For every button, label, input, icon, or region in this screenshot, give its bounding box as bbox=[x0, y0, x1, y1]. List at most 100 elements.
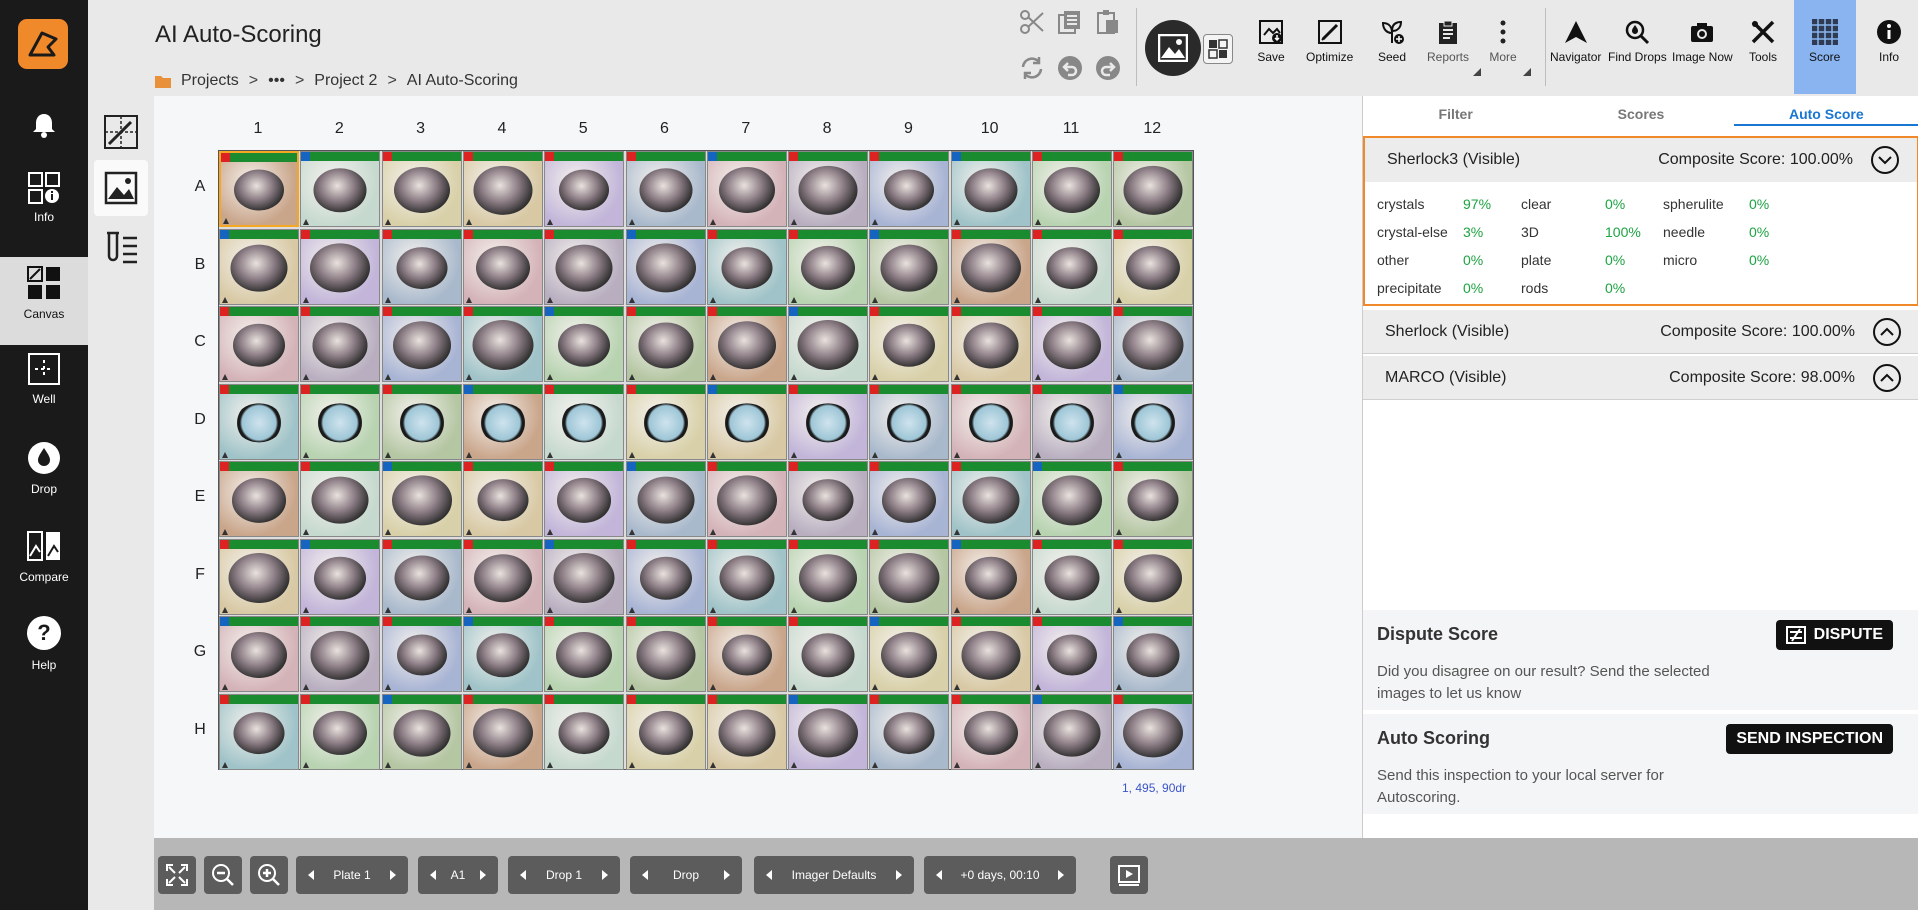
plate-well[interactable] bbox=[300, 461, 381, 537]
cut-icon[interactable] bbox=[1018, 8, 1046, 36]
collapse-toggle[interactable] bbox=[1871, 146, 1899, 174]
single-image-view-button[interactable] bbox=[1145, 20, 1201, 76]
plate-well[interactable] bbox=[950, 383, 1031, 460]
plate-well[interactable] bbox=[869, 306, 950, 382]
plate-well[interactable] bbox=[625, 616, 706, 692]
plate-well[interactable] bbox=[1113, 383, 1194, 460]
send-inspection-button[interactable]: SEND INSPECTION bbox=[1726, 724, 1893, 754]
plate-well[interactable] bbox=[1032, 306, 1112, 382]
plate-well[interactable] bbox=[706, 538, 787, 615]
plate-well[interactable] bbox=[706, 693, 787, 770]
tools-button[interactable]: Tools bbox=[1749, 18, 1777, 74]
prev-arrow-icon[interactable] bbox=[642, 870, 648, 880]
seed-button[interactable]: Seed bbox=[1378, 18, 1406, 74]
prev-arrow-icon[interactable] bbox=[308, 870, 314, 880]
prev-arrow-icon[interactable] bbox=[936, 870, 942, 880]
redo-icon[interactable] bbox=[1094, 54, 1122, 82]
row-header[interactable]: E bbox=[190, 488, 210, 506]
plate-well[interactable] bbox=[625, 538, 706, 615]
scorer-row[interactable]: Sherlock (Visible) Composite Score: 100.… bbox=[1363, 310, 1918, 354]
plate-well[interactable] bbox=[381, 461, 462, 537]
plate-well[interactable] bbox=[1032, 693, 1112, 770]
plate-well[interactable] bbox=[706, 228, 787, 305]
plate-well[interactable] bbox=[788, 616, 869, 692]
plate-well[interactable] bbox=[300, 383, 381, 460]
sidebar-item-canvas[interactable]: Canvas bbox=[0, 257, 88, 345]
info-button[interactable]: Info bbox=[1875, 18, 1903, 74]
plate-well[interactable] bbox=[544, 228, 625, 305]
undo-icon[interactable] bbox=[1056, 54, 1084, 82]
next-arrow-icon[interactable] bbox=[480, 870, 486, 880]
plate-well[interactable] bbox=[1032, 461, 1112, 537]
plate-well[interactable] bbox=[462, 151, 543, 227]
plate-well[interactable] bbox=[300, 228, 381, 305]
image-view-tool[interactable] bbox=[94, 160, 148, 216]
plate-well[interactable] bbox=[544, 616, 625, 692]
plate-well[interactable] bbox=[462, 306, 543, 382]
row-header[interactable]: H bbox=[190, 721, 210, 739]
plate-well[interactable] bbox=[381, 693, 462, 770]
plate-well[interactable] bbox=[706, 151, 787, 227]
plate-well[interactable] bbox=[869, 383, 950, 460]
sidebar-item-help[interactable]: ? Help bbox=[0, 614, 88, 690]
column-header[interactable]: 11 bbox=[1031, 120, 1111, 138]
plate-well[interactable] bbox=[950, 693, 1031, 770]
plate-well[interactable] bbox=[706, 383, 787, 460]
scorer-row[interactable]: MARCO (Visible) Composite Score: 98.00% bbox=[1363, 356, 1918, 400]
fit-to-screen-button[interactable] bbox=[158, 856, 196, 894]
plate-well[interactable] bbox=[869, 538, 950, 615]
plate-well[interactable] bbox=[1113, 693, 1194, 770]
plate-well[interactable] bbox=[625, 151, 706, 227]
drop-stepper[interactable]: Drop 1 bbox=[508, 856, 620, 894]
plate-well[interactable] bbox=[219, 693, 299, 770]
plate-well[interactable] bbox=[1032, 228, 1112, 305]
plate-grid[interactable] bbox=[218, 150, 1194, 770]
column-header[interactable]: 7 bbox=[706, 120, 786, 138]
plate-well[interactable] bbox=[1113, 306, 1194, 382]
paste-icon[interactable] bbox=[1094, 8, 1122, 36]
row-header[interactable]: F bbox=[190, 566, 210, 584]
prev-arrow-icon[interactable] bbox=[520, 870, 526, 880]
plate-well[interactable] bbox=[381, 616, 462, 692]
plate-well[interactable] bbox=[381, 228, 462, 305]
plate-well[interactable] bbox=[950, 228, 1031, 305]
column-header[interactable]: 10 bbox=[950, 120, 1030, 138]
well-stepper[interactable]: A1 bbox=[418, 856, 498, 894]
plate-well[interactable] bbox=[462, 538, 543, 615]
plate-well[interactable] bbox=[625, 461, 706, 537]
breadcrumb-projects[interactable]: Projects bbox=[181, 72, 239, 90]
plate-well[interactable] bbox=[462, 461, 543, 537]
find-drops-button[interactable]: Find Drops bbox=[1608, 18, 1667, 74]
plate-well[interactable] bbox=[462, 693, 543, 770]
next-arrow-icon[interactable] bbox=[602, 870, 608, 880]
sidebar-item-compare[interactable]: Compare bbox=[0, 528, 88, 604]
prev-arrow-icon[interactable] bbox=[766, 870, 772, 880]
row-header[interactable]: C bbox=[190, 333, 210, 351]
plate-well[interactable] bbox=[300, 151, 381, 227]
plate-well[interactable] bbox=[219, 228, 299, 305]
column-header[interactable]: 12 bbox=[1112, 120, 1192, 138]
plate-well[interactable] bbox=[381, 383, 462, 460]
plate-well[interactable] bbox=[1113, 538, 1194, 615]
plate-well[interactable] bbox=[869, 693, 950, 770]
navigator-button[interactable]: Navigator bbox=[1550, 18, 1601, 74]
plate-well[interactable] bbox=[462, 616, 543, 692]
next-arrow-icon[interactable] bbox=[389, 870, 396, 880]
next-arrow-icon[interactable] bbox=[723, 870, 730, 880]
plate-well[interactable] bbox=[544, 151, 625, 227]
plate-well[interactable] bbox=[950, 538, 1031, 615]
plate-well[interactable] bbox=[544, 383, 625, 460]
zoom-out-button[interactable] bbox=[204, 856, 242, 894]
plate-well[interactable] bbox=[1032, 151, 1112, 227]
plate-well[interactable] bbox=[706, 306, 787, 382]
plate-well[interactable] bbox=[462, 383, 543, 460]
plate-well[interactable] bbox=[625, 383, 706, 460]
grid-view-button[interactable] bbox=[1203, 34, 1233, 64]
plate-well[interactable] bbox=[788, 461, 869, 537]
plate-well[interactable] bbox=[381, 306, 462, 382]
plate-well[interactable] bbox=[706, 461, 787, 537]
column-header[interactable]: 2 bbox=[299, 120, 379, 138]
plate-well[interactable] bbox=[219, 306, 299, 382]
column-header[interactable]: 8 bbox=[787, 120, 867, 138]
row-header[interactable]: A bbox=[190, 178, 210, 196]
